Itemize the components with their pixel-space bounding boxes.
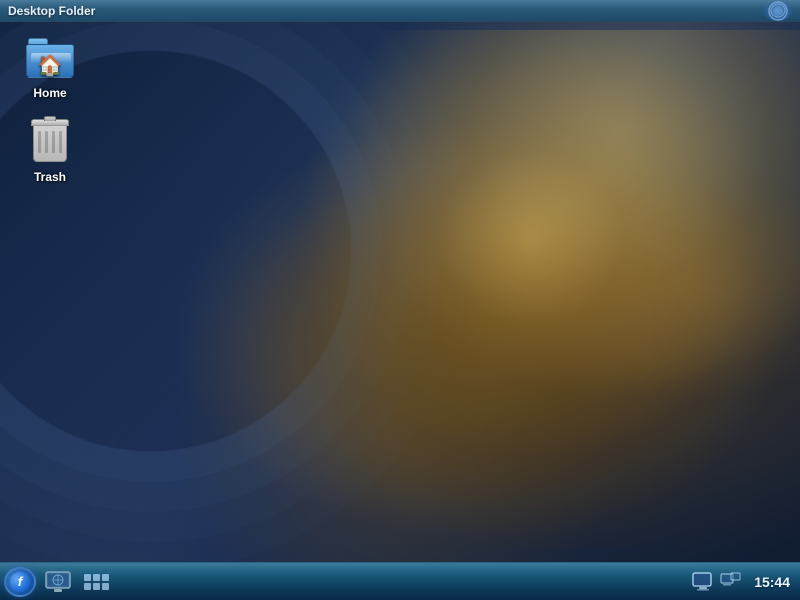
network-tray-icon xyxy=(720,572,742,592)
trash-line-4 xyxy=(59,131,62,153)
network-monitor-icon xyxy=(44,570,72,594)
grid-cell-4 xyxy=(84,583,91,590)
start-button-inner: f xyxy=(10,572,30,592)
home-folder-graphic: 🏠 xyxy=(26,38,74,78)
trash-line-2 xyxy=(45,131,48,153)
grid-cell-6 xyxy=(102,583,109,590)
trash-lid-handle xyxy=(44,116,56,121)
swirl-decoration-icon xyxy=(764,1,792,21)
trash-icon-image xyxy=(26,118,74,166)
wallpaper-overlay xyxy=(200,30,800,550)
fedora-logo-icon: f xyxy=(18,575,22,588)
grid-cell-5 xyxy=(93,583,100,590)
desktop-icons-container: 🏠 Home xyxy=(10,30,90,188)
corner-menu-icon[interactable] xyxy=(758,0,798,22)
desktop: Desktop Folder 🏠 xyxy=(0,0,800,600)
house-icon: 🏠 xyxy=(38,53,63,78)
taskbar-applications-button[interactable] xyxy=(80,567,113,597)
trash-graphic xyxy=(31,119,69,165)
grid-cell-2 xyxy=(93,574,100,581)
trash-line-1 xyxy=(38,131,41,153)
taskbar: f xyxy=(0,562,800,600)
grid-cell-1 xyxy=(84,574,91,581)
start-button[interactable]: f xyxy=(4,567,36,597)
home-icon-label: Home xyxy=(33,86,66,100)
taskbar-network-button[interactable] xyxy=(40,567,76,597)
menubar-title: Desktop Folder xyxy=(8,4,95,18)
trash-lines xyxy=(38,131,62,153)
trash-icon[interactable]: Trash xyxy=(10,114,90,188)
home-icon-image: 🏠 xyxy=(26,34,74,82)
system-clock[interactable]: 15:44 xyxy=(748,574,796,590)
trash-line-3 xyxy=(52,131,55,153)
menubar: Desktop Folder xyxy=(0,0,800,22)
trash-body xyxy=(33,126,67,162)
trash-icon-label: Trash xyxy=(34,170,66,184)
tray-network-icon[interactable] xyxy=(720,571,742,593)
taskbar-right: 15:44 xyxy=(692,571,796,593)
folder-body: 🏠 xyxy=(26,44,74,78)
trash-lid xyxy=(31,119,69,126)
display-settings-icon xyxy=(692,572,714,592)
tray-display-icon[interactable] xyxy=(692,571,714,593)
grid-cell-3 xyxy=(102,574,109,581)
taskbar-left: f xyxy=(4,567,692,597)
home-folder-icon[interactable]: 🏠 Home xyxy=(10,30,90,104)
applications-grid-icon xyxy=(84,574,109,590)
